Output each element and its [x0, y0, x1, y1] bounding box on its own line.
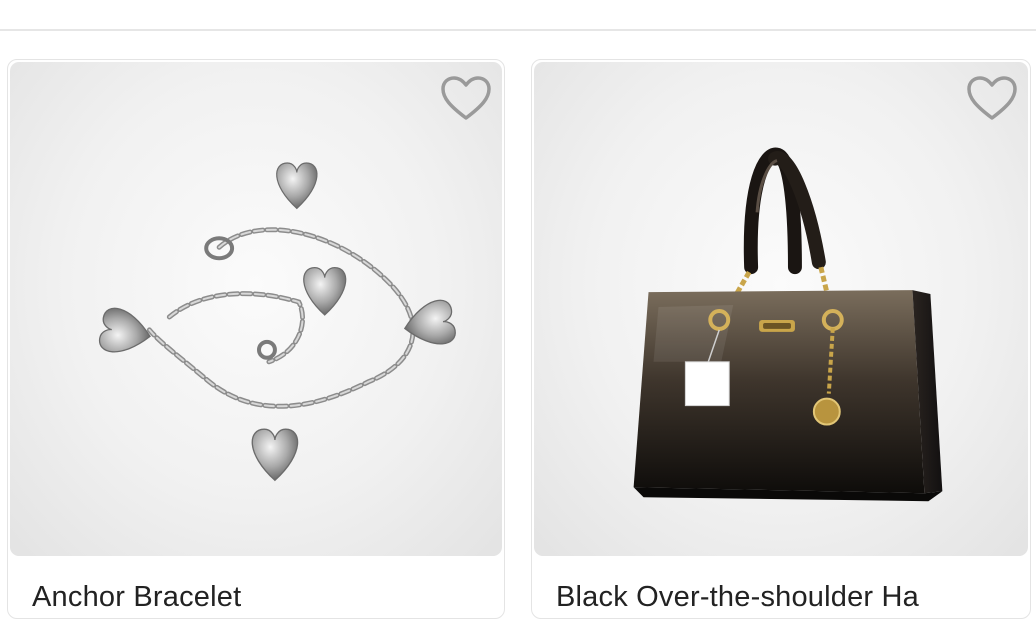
- handbag-image: [633, 147, 943, 502]
- product-card[interactable]: Anchor Bracelet: [7, 59, 505, 619]
- bracelet-image: [99, 162, 456, 482]
- favorite-button[interactable]: [966, 76, 1018, 122]
- heart-outline-icon: [967, 76, 1017, 120]
- product-title[interactable]: Black Over-the-shoulder Ha: [556, 581, 1020, 614]
- heart-outline-icon: [441, 76, 491, 120]
- product-grid: Anchor Bracelet Black Over-the-shoulder …: [0, 31, 1036, 619]
- favorite-button[interactable]: [440, 76, 492, 122]
- product-image-bracelet[interactable]: [10, 62, 502, 556]
- product-card[interactable]: Black Over-the-shoulder Ha: [531, 59, 1031, 619]
- product-title[interactable]: Anchor Bracelet: [32, 581, 494, 614]
- top-bar: [0, 0, 1036, 31]
- product-image-handbag[interactable]: [534, 62, 1028, 556]
